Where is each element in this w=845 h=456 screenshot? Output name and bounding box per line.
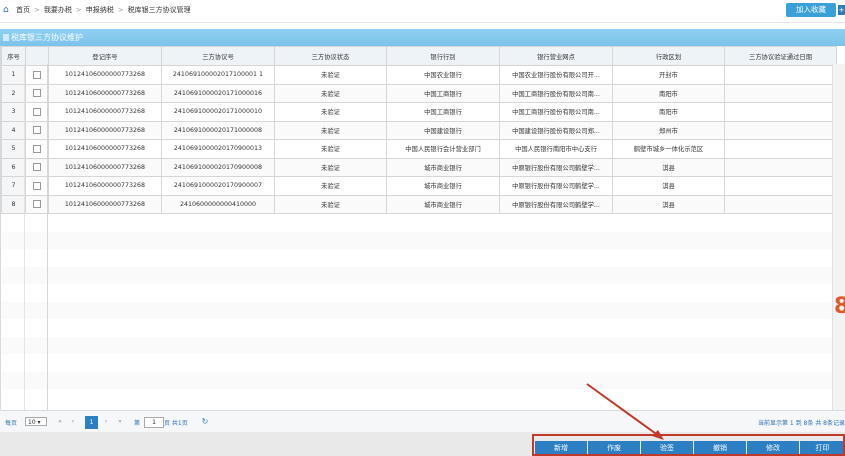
annotation-arrow [586, 383, 664, 440]
arrow-line [586, 383, 660, 437]
